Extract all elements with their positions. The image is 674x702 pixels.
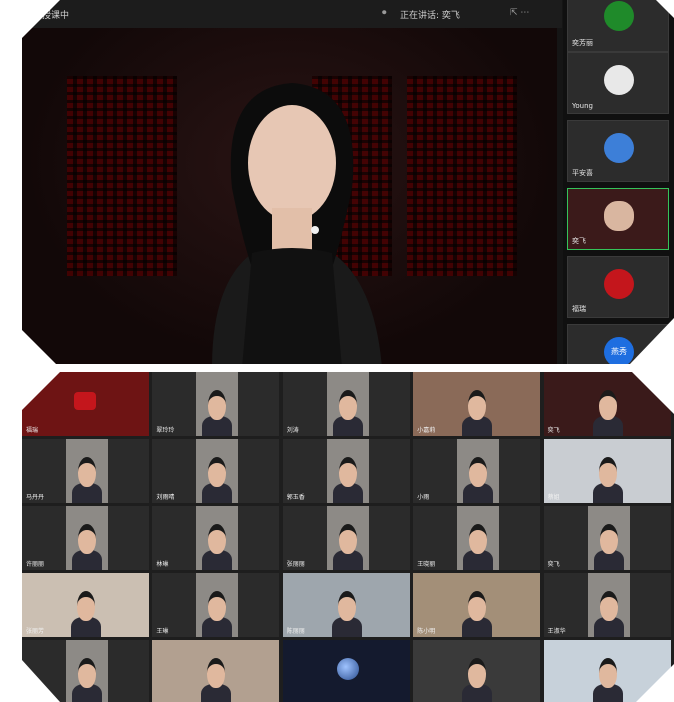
frame-corner-masks [0, 0, 674, 702]
meeting-collage: ▣ 授课中 ⏺ 正在讲话: 奕飞 ⇱ ⋯ 奕芳丽 [0, 0, 674, 702]
